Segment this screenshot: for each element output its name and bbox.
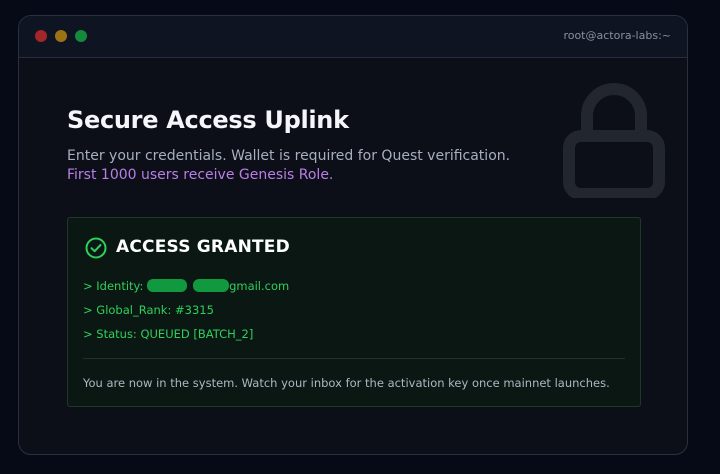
genesis-role-notice: First 1000 users receive Genesis Role. [67,167,334,183]
check-circle-icon [85,237,107,259]
identity-line: > Identity: gmail.com [83,279,289,293]
redacted-email-part [193,279,230,292]
global-rank-line: > Global_Rank: #3315 [83,303,214,317]
page-title: Secure Access Uplink [67,106,349,134]
redacted-email-part [147,279,188,292]
terminal-window: root@actora-labs:~ Secure Access Uplink … [18,15,688,455]
close-window-button[interactable] [35,30,47,42]
title-bar: root@actora-labs:~ [19,16,687,58]
lock-icon [563,83,665,198]
access-status-panel: ACCESS GRANTED > Identity: gmail.com > G… [67,217,641,407]
divider [83,358,625,359]
identity-label: > Identity: [83,279,148,293]
queue-status-line: > Status: QUEUED [BATCH_2] [83,327,254,341]
host-label: root@actora-labs:~ [563,29,671,42]
page-subtitle: Enter your credentials. Wallet is requir… [67,148,511,164]
minimize-window-button[interactable] [55,30,67,42]
maximize-window-button[interactable] [75,30,87,42]
activation-message: You are now in the system. Watch your in… [83,376,610,390]
identity-suffix: gmail.com [229,279,290,293]
access-granted-heading: ACCESS GRANTED [116,237,290,257]
